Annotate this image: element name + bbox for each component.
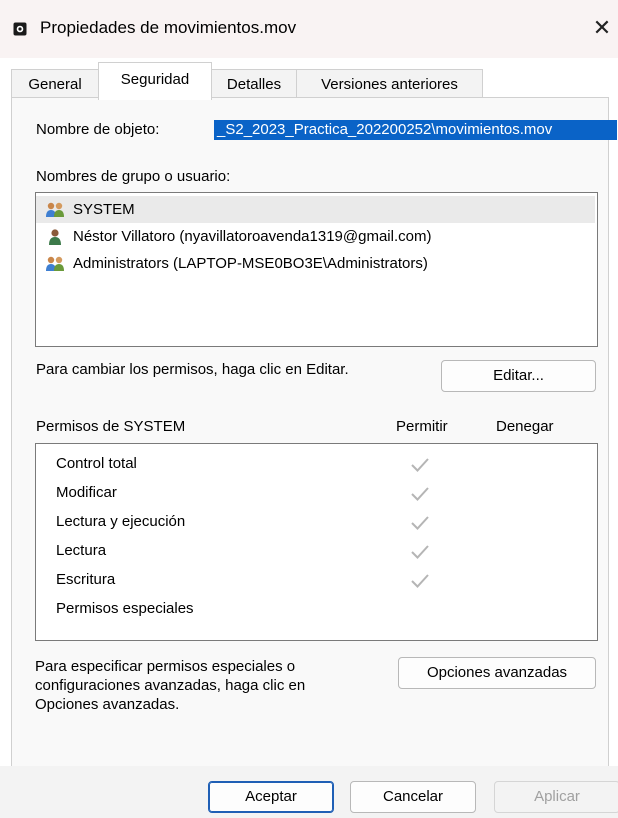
groups-list[interactable]: SYSTEM Néstor Villatoro (nyavillatoroave… (35, 192, 598, 347)
permissions-list: Control total Modificar Lectura y ejecuc… (35, 443, 598, 641)
object-name-label: Nombre de objeto: (36, 121, 160, 138)
groups-label: Nombres de grupo o usuario: (36, 168, 231, 185)
advanced-options-note: Para especificar permisos especiales o c… (35, 657, 375, 714)
allow-check-icon (411, 458, 429, 472)
permissions-label: Permisos de SYSTEM (36, 418, 186, 435)
allow-check-icon (411, 487, 429, 501)
tab-seguridad[interactable]: Seguridad (98, 62, 212, 100)
note-line: configuraciones avanzadas, haga clic en (35, 677, 306, 694)
permission-row-escritura: Escritura (56, 565, 115, 594)
change-permissions-hint: Para cambiar los permisos, haga clic en … (36, 361, 349, 378)
note-line: Para especificar permisos especiales o (35, 658, 296, 675)
close-button[interactable]: ✕ (588, 14, 616, 42)
permission-label: Lectura y ejecución (56, 513, 186, 530)
user-icon (49, 229, 61, 245)
tab-label: Versiones anteriores (321, 76, 458, 93)
list-item-label: Néstor Villatoro (nyavillatoroavenda1319… (73, 228, 432, 245)
tab-label: General (28, 76, 82, 93)
list-item-system[interactable]: SYSTEM (36, 196, 595, 223)
object-name-field[interactable]: _S2_2023_Practica_202200252\movimientos.… (214, 120, 617, 140)
ok-button[interactable]: Aceptar (208, 781, 334, 813)
list-item-administrators[interactable]: Administrators (LAPTOP-MSE0BO3E\Administ… (36, 250, 595, 277)
note-line: Opciones avanzadas. (35, 696, 180, 713)
permission-row-control-total: Control total (56, 449, 137, 478)
list-item-label: SYSTEM (73, 201, 135, 218)
permission-label: Escritura (56, 571, 116, 588)
deny-header: Denegar (496, 418, 554, 435)
window-title: Propiedades de movimientos.mov (40, 18, 297, 37)
tab-versiones-anteriores[interactable]: Versiones anteriores (296, 69, 483, 98)
allow-check-icon (411, 545, 429, 559)
permission-row-lectura: Lectura (56, 536, 106, 565)
permission-label: Control total (56, 455, 137, 472)
edit-button[interactable]: Editar... (441, 360, 596, 392)
permission-row-permisos-especiales: Permisos especiales (56, 594, 194, 623)
allow-check-icon (411, 516, 429, 530)
apply-button[interactable]: Aplicar (494, 781, 618, 813)
title-bar: Propiedades de movimientos.mov ✕ (0, 0, 618, 58)
permission-row-lectura-ejecucion: Lectura y ejecución (56, 507, 185, 536)
list-item-label: Administrators (LAPTOP-MSE0BO3E\Administ… (73, 255, 428, 272)
tab-label: Seguridad (120, 71, 190, 88)
tab-detalles[interactable]: Detalles (210, 69, 298, 98)
users-group-icon (46, 256, 64, 271)
video-file-icon (13, 22, 27, 36)
list-item-user[interactable]: Néstor Villatoro (nyavillatoroavenda1319… (36, 223, 595, 250)
tab-label: Detalles (226, 76, 282, 93)
permission-label: Permisos especiales (56, 600, 194, 617)
permission-row-modificar: Modificar (56, 478, 117, 507)
permission-label: Modificar (56, 484, 117, 501)
permission-label: Lectura (56, 542, 107, 559)
cancel-button[interactable]: Cancelar (350, 781, 476, 813)
users-group-icon (46, 202, 64, 217)
advanced-options-button[interactable]: Opciones avanzadas (398, 657, 596, 689)
allow-header: Permitir (396, 418, 448, 435)
close-icon: ✕ (592, 15, 612, 40)
allow-check-icon (411, 574, 429, 588)
tab-general[interactable]: General (11, 69, 99, 98)
